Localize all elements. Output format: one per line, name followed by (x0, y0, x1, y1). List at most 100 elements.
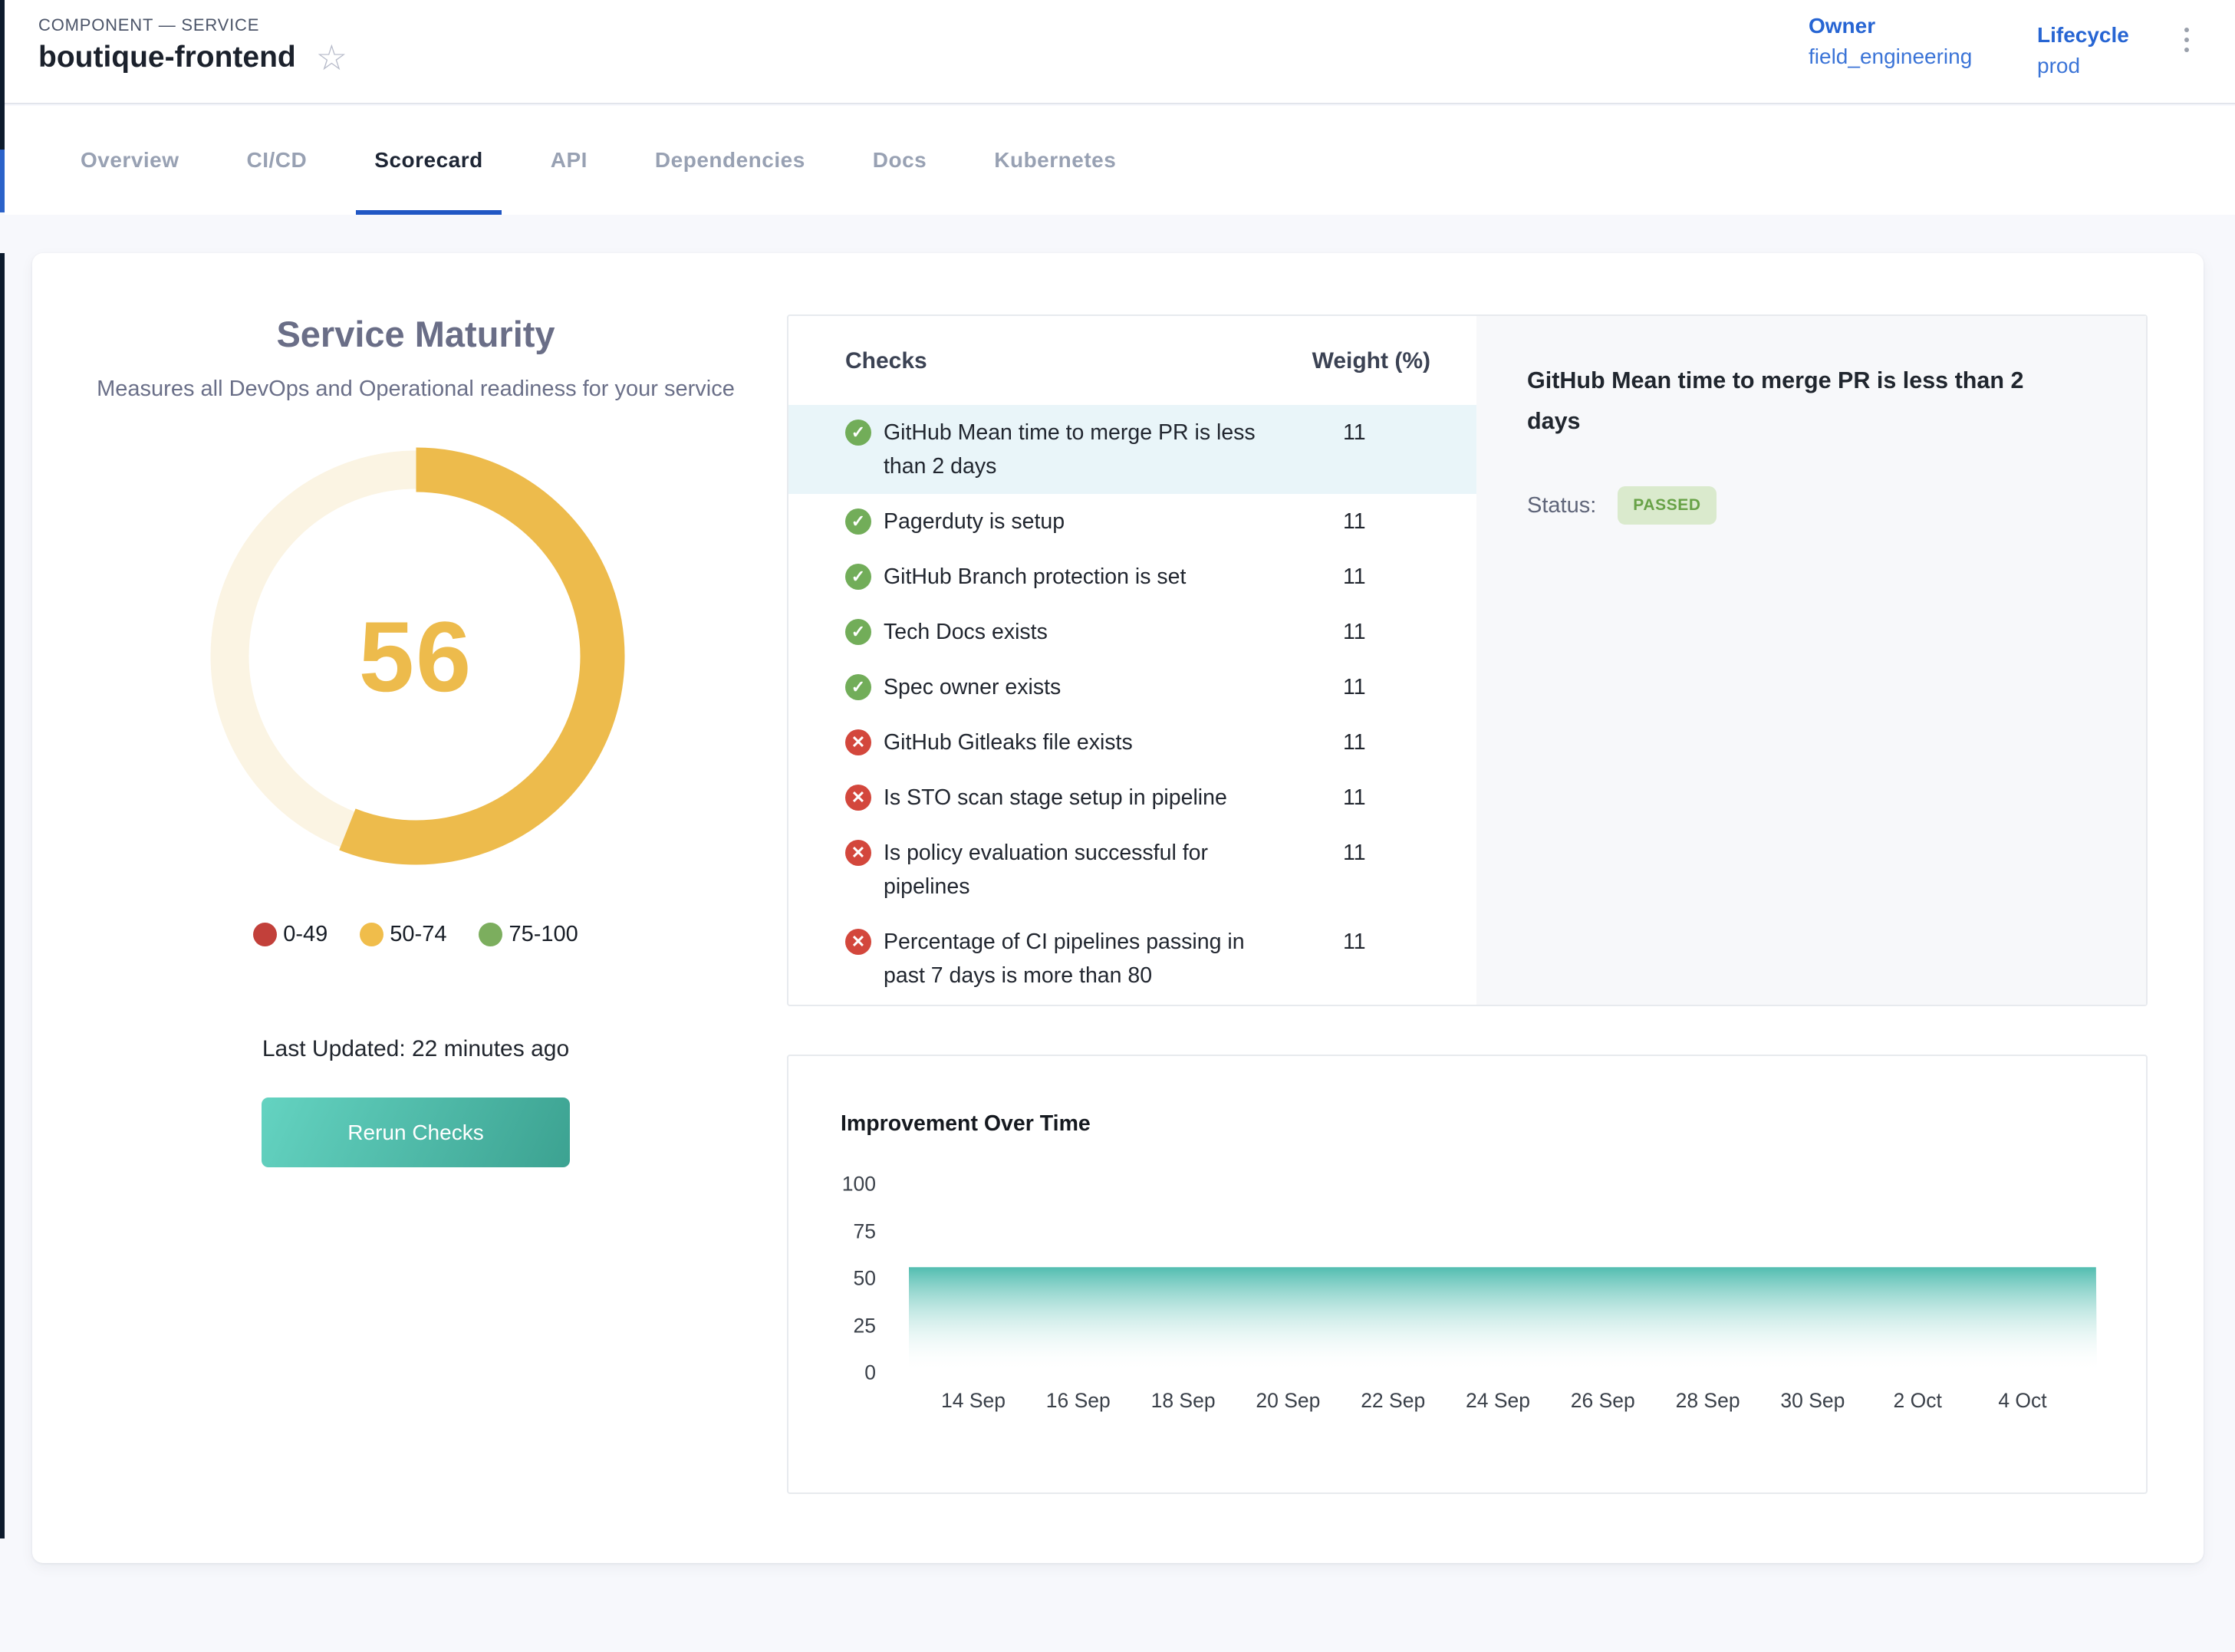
legend-item-0-49: 0-49 (253, 922, 328, 947)
x-axis-tick: 14 Sep (941, 1389, 1006, 1413)
checks-list-header: Checks Weight (%) (788, 348, 1476, 405)
x-axis-tick: 16 Sep (1046, 1389, 1111, 1413)
lifecycle-block: Lifecycle prod (2037, 20, 2129, 81)
legend-item-75-100: 75-100 (479, 922, 578, 947)
check-row[interactable]: ✓ GitHub Mean time to merge PR is less th… (788, 405, 1476, 494)
check-weight: 11 (1296, 505, 1430, 538)
legend-item-50-74: 50-74 (360, 922, 446, 947)
x-axis-tick: 30 Sep (1780, 1389, 1845, 1413)
lifecycle-value: prod (2037, 51, 2129, 81)
y-axis-tick: 75 (805, 1219, 876, 1243)
legend-label: 0-49 (283, 922, 328, 947)
lifecycle-label: Lifecycle (2037, 20, 2129, 51)
check-label: GitHub Branch protection is set (884, 560, 1296, 594)
maturity-title: Service Maturity (32, 313, 799, 355)
check-detail-title: GitHub Mean time to merge PR is less tha… (1527, 360, 2064, 442)
check-label: Is policy evaluation successful for pipe… (884, 836, 1296, 903)
legend-dot (360, 923, 383, 946)
x-axis-tick: 18 Sep (1151, 1389, 1216, 1413)
check-label: Spec owner exists (884, 670, 1296, 704)
y-axis-tick: 50 (805, 1267, 876, 1291)
check-row[interactable]: ✕ Is policy evaluation successful for pip… (788, 825, 1476, 914)
window-edge-dark-lower (0, 253, 5, 1538)
owner-label: Owner (1809, 11, 1972, 41)
x-axis-tick: 20 Sep (1256, 1389, 1320, 1413)
owner-block: Owner field_engineering (1809, 11, 1972, 72)
check-weight: 11 (1296, 726, 1430, 759)
check-weight: 11 (1296, 781, 1430, 814)
check-failed-icon: ✕ (845, 840, 871, 866)
entity-header: COMPONENT — SERVICE boutique-frontend ☆ … (5, 0, 2235, 104)
owner-value[interactable]: field_engineering (1809, 41, 1972, 72)
tab-overview[interactable]: Overview (62, 106, 198, 215)
x-axis-tick: 2 Oct (1894, 1389, 1942, 1413)
check-failed-icon: ✕ (845, 729, 871, 755)
check-weight: 11 (1296, 925, 1430, 959)
y-axis-tick: 0 (805, 1361, 876, 1385)
check-failed-icon: ✕ (845, 785, 871, 811)
checks-column-header: Checks (845, 348, 1296, 374)
check-detail-panel: GitHub Mean time to merge PR is less tha… (1476, 316, 2146, 1005)
check-passed-icon: ✓ (845, 508, 871, 535)
improvement-chart-panel: Improvement Over Time 100 75 50 25 0 14 Sep 1… (787, 1055, 2148, 1494)
area-chart-plot (909, 1184, 2097, 1373)
check-weight: 11 (1296, 416, 1430, 449)
chart-title: Improvement Over Time (841, 1111, 1091, 1137)
check-label: Pagerduty is setup (884, 505, 1296, 538)
legend-label: 50-74 (390, 922, 446, 947)
scorecard-card: Service Maturity Measures all DevOps and… (32, 253, 2204, 1563)
check-row[interactable]: ✕ Percentage of CI pipelines passing in p… (788, 914, 1476, 1003)
entity-tabs: Overview CI/CD Scorecard API Dependencies Doc… (5, 106, 2235, 215)
check-weight: 11 (1296, 615, 1430, 649)
tab-kubernetes[interactable]: Kubernetes (976, 106, 1134, 215)
checks-list: Checks Weight (%) ✓ GitHub Mean time to m… (788, 316, 1476, 1005)
maturity-donut-chart: 56 (207, 447, 625, 865)
status-badge: PASSED (1618, 486, 1716, 525)
check-label: Tech Docs exists (884, 615, 1296, 649)
check-passed-icon: ✓ (845, 674, 871, 700)
tab-ci-cd[interactable]: CI/CD (229, 106, 326, 215)
score-legend: 0-49 50-74 75-100 (32, 922, 799, 947)
y-axis-tick: 100 (805, 1173, 876, 1196)
tab-docs[interactable]: Docs (854, 106, 945, 215)
page-title: boutique-frontend (38, 41, 296, 74)
tab-api[interactable]: API (532, 106, 606, 215)
check-passed-icon: ✓ (845, 420, 871, 446)
check-label: GitHub Mean time to merge PR is less tha… (884, 416, 1296, 483)
x-axis-tick: 4 Oct (1998, 1389, 2046, 1413)
check-row[interactable]: ✓ Pagerduty is setup11 (788, 494, 1476, 549)
more-options-icon[interactable] (2184, 28, 2189, 52)
breadcrumb: COMPONENT — SERVICE (38, 15, 259, 35)
check-row[interactable]: ✕ GitHub Gitleaks file exists11 (788, 715, 1476, 770)
tab-scorecard[interactable]: Scorecard (356, 106, 501, 215)
check-failed-icon: ✕ (845, 929, 871, 955)
check-weight: 11 (1296, 560, 1430, 594)
last-updated-text: Last Updated: 22 minutes ago (32, 1036, 799, 1062)
checks-panel: Checks Weight (%) ✓ GitHub Mean time to m… (787, 314, 2148, 1006)
check-passed-icon: ✓ (845, 564, 871, 590)
maturity-subtitle: Measures all DevOps and Operational read… (83, 370, 749, 407)
rerun-checks-button[interactable]: Rerun Checks (262, 1097, 570, 1167)
check-passed-icon: ✓ (845, 619, 871, 645)
y-axis-tick: 25 (805, 1314, 876, 1338)
x-axis-tick: 22 Sep (1361, 1389, 1425, 1413)
maturity-score: 56 (207, 447, 625, 865)
check-row[interactable]: ✓ Tech Docs exists11 (788, 604, 1476, 660)
weight-column-header: Weight (%) (1296, 348, 1430, 374)
check-weight: 11 (1296, 836, 1430, 870)
tab-dependencies[interactable]: Dependencies (637, 106, 824, 215)
check-row[interactable]: ✕Is STO scan stage setup in pipeline11 (788, 770, 1476, 825)
legend-label: 75-100 (509, 922, 578, 947)
favorite-star-icon[interactable]: ☆ (316, 40, 347, 75)
area-chart-svg (909, 1184, 2097, 1373)
check-row[interactable]: ✓ GitHub Branch protection is set11 (788, 549, 1476, 604)
x-axis-tick: 28 Sep (1676, 1389, 1740, 1413)
legend-dot (253, 923, 277, 946)
check-label: GitHub Gitleaks file exists (884, 726, 1296, 759)
status-label: Status: (1527, 493, 1596, 518)
check-weight: 11 (1296, 670, 1430, 704)
check-row[interactable]: ✓ Spec owner exists11 (788, 660, 1476, 715)
check-label: Percentage of CI pipelines passing in pa… (884, 925, 1296, 992)
maturity-summary: Service Maturity Measures all DevOps and… (32, 253, 799, 1563)
x-axis-tick: 26 Sep (1571, 1389, 1635, 1413)
